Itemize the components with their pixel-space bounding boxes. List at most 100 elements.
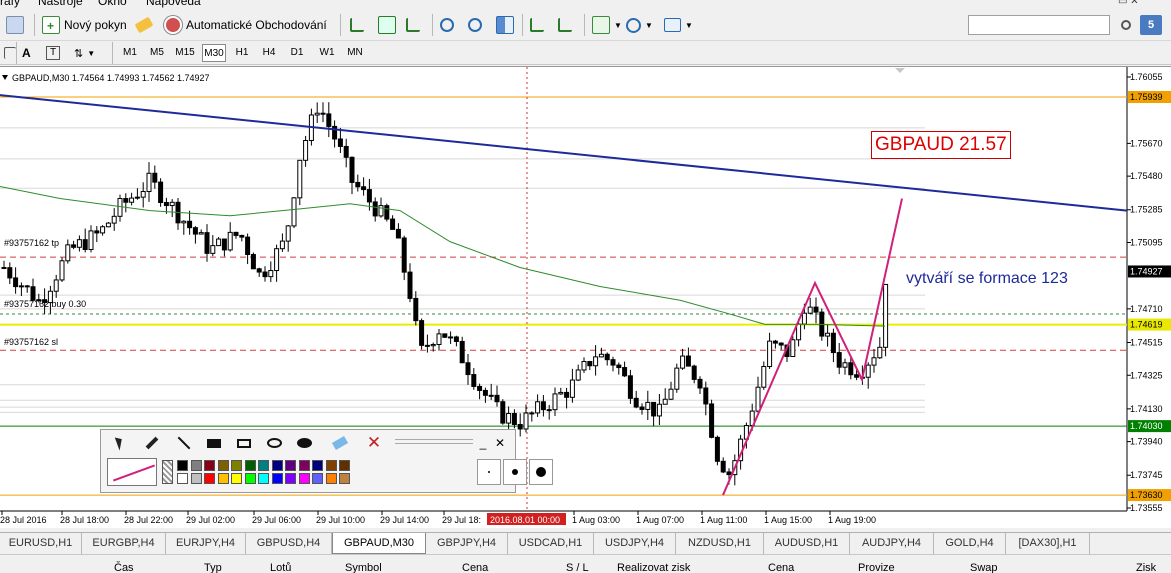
- palette-swatch[interactable]: [325, 460, 337, 471]
- tab-gbpjpy-h4[interactable]: GBPJPY,H4: [426, 533, 508, 554]
- terminal-col-0[interactable]: Čas: [114, 562, 134, 573]
- window-controls[interactable]: ▭ ✕: [1118, 0, 1139, 7]
- palette-swatch[interactable]: [231, 460, 242, 471]
- annotation-title[interactable]: GBPAUD 21.57: [871, 131, 1011, 159]
- select-pointer-button[interactable]: [109, 434, 131, 452]
- palette-swatch[interactable]: [244, 460, 256, 471]
- terminal-col-6[interactable]: Realizovat zisk: [617, 562, 690, 573]
- tab-audjpy-h4[interactable]: AUDJPY,H4: [850, 533, 934, 554]
- crosshair-button[interactable]: [4, 42, 16, 64]
- palette-swatch[interactable]: [258, 473, 269, 484]
- terminal-col-3[interactable]: Symbol: [345, 562, 382, 573]
- terminal-col-10[interactable]: Zisk: [1136, 562, 1156, 573]
- palette-swatch[interactable]: [271, 460, 283, 471]
- tab-nzdusd-h1[interactable]: NZDUSD,H1: [676, 533, 764, 554]
- timeframe-d1[interactable]: D1: [286, 44, 308, 62]
- timeframe-m30[interactable]: M30: [202, 44, 226, 62]
- zoom-window-button[interactable]: [6, 14, 24, 36]
- tab-gold-h4[interactable]: GOLD,H4: [934, 533, 1006, 554]
- terminal-col-1[interactable]: Typ: [204, 562, 222, 573]
- pen-size-3[interactable]: [529, 459, 553, 485]
- filled-ellipse-button[interactable]: [293, 434, 315, 452]
- filled-rect-button[interactable]: [203, 434, 225, 452]
- indicators-button[interactable]: ▼: [592, 14, 622, 36]
- search-button[interactable]: [1116, 15, 1136, 35]
- palette-swatch[interactable]: [177, 473, 188, 484]
- line-chart-button[interactable]: [406, 14, 420, 36]
- timeframe-m15[interactable]: M15: [172, 44, 198, 62]
- palette-swatch[interactable]: [190, 460, 202, 471]
- bar-chart-button[interactable]: [350, 14, 364, 36]
- palette-swatch[interactable]: [339, 460, 350, 471]
- palette-swatch[interactable]: [325, 473, 337, 484]
- search-input[interactable]: [968, 15, 1110, 35]
- metaeditor-button[interactable]: [134, 14, 154, 36]
- tab-gbpaud-m30[interactable]: GBPAUD,M30: [332, 533, 426, 554]
- annotation-note[interactable]: vytváří se formace 123: [906, 270, 1068, 288]
- toolbar-grip[interactable]: [395, 439, 473, 444]
- terminal-col-4[interactable]: Cena: [462, 562, 488, 573]
- menu-item-charts[interactable]: rafy: [0, 0, 20, 8]
- community-button[interactable]: 5: [1140, 15, 1162, 35]
- palette-swatch[interactable]: [298, 460, 310, 471]
- terminal-col-2[interactable]: Lotů: [270, 562, 291, 573]
- tab-eurusd-h1[interactable]: EURUSD,H1: [0, 533, 82, 554]
- palette-swatch[interactable]: [258, 460, 269, 471]
- eraser-button[interactable]: [329, 434, 351, 452]
- pen-size-2[interactable]: [503, 459, 527, 485]
- line-tool-button[interactable]: [173, 434, 195, 452]
- tab-eurjpy-h4[interactable]: EURJPY,H4: [166, 533, 246, 554]
- zoom-in-button[interactable]: [440, 14, 454, 36]
- terminal-col-8[interactable]: Provize: [858, 562, 895, 573]
- tab-usdjpy-h4[interactable]: USDJPY,H4: [594, 533, 676, 554]
- palette-swatch[interactable]: [217, 473, 229, 484]
- close-button[interactable]: ✕: [494, 434, 506, 452]
- palette-swatch[interactable]: [204, 460, 215, 471]
- clear-button[interactable]: ✕: [363, 433, 385, 452]
- templates-button[interactable]: ▼: [664, 14, 693, 36]
- timeframe-w1[interactable]: W1: [316, 44, 338, 62]
- palette-swatch[interactable]: [244, 473, 256, 484]
- ellipse-button[interactable]: [263, 434, 285, 452]
- timeframe-h4[interactable]: H4: [258, 44, 280, 62]
- auto-trading-button[interactable]: Automatické Obchodování: [164, 14, 327, 36]
- palette-swatch[interactable]: [271, 473, 283, 484]
- transparent-swatch[interactable]: [162, 460, 173, 484]
- tab-usdcad-h1[interactable]: USDCAD,H1: [508, 533, 594, 554]
- menu-item-window[interactable]: Okno: [98, 0, 127, 8]
- palette-swatch[interactable]: [177, 460, 188, 471]
- palette-swatch[interactable]: [312, 473, 323, 484]
- arrows-button[interactable]: ⇅ ▼: [74, 42, 95, 64]
- pencil-button[interactable]: [141, 434, 163, 452]
- chart-shift-button[interactable]: [558, 14, 572, 36]
- tile-windows-button[interactable]: [496, 14, 514, 36]
- timeframe-h1[interactable]: H1: [232, 44, 252, 62]
- timeframe-m5[interactable]: M5: [146, 44, 168, 62]
- text-label-button[interactable]: T: [46, 42, 60, 64]
- candlestick-button[interactable]: [378, 14, 396, 36]
- palette-swatch[interactable]: [190, 473, 202, 484]
- palette-swatch[interactable]: [204, 473, 215, 484]
- menu-item-help[interactable]: Nápověda: [146, 0, 201, 8]
- palette-swatch[interactable]: [285, 460, 296, 471]
- pen-size-1[interactable]: [477, 459, 501, 485]
- periods-button[interactable]: ▼: [626, 14, 653, 36]
- tab-eurgbp-h4[interactable]: EURGBP,H4: [82, 533, 166, 554]
- terminal-col-9[interactable]: Swap: [970, 562, 998, 573]
- palette-swatch[interactable]: [312, 460, 323, 471]
- palette-swatch[interactable]: [231, 473, 242, 484]
- timeframe-m1[interactable]: M1: [120, 44, 140, 62]
- palette-swatch[interactable]: [217, 460, 229, 471]
- palette-swatch[interactable]: [339, 473, 350, 484]
- zoom-out-button[interactable]: [468, 14, 482, 36]
- tab--dax30-h1[interactable]: [DAX30],H1: [1006, 533, 1090, 554]
- rect-button[interactable]: [233, 434, 255, 452]
- palette-swatch[interactable]: [298, 473, 310, 484]
- new-order-button[interactable]: + Nový pokyn: [42, 14, 127, 36]
- auto-scroll-button[interactable]: [530, 14, 544, 36]
- tab-gbpusd-h4[interactable]: GBPUSD,H4: [246, 533, 332, 554]
- palette-swatch[interactable]: [285, 473, 296, 484]
- tab-audusd-h1[interactable]: AUDUSD,H1: [764, 533, 850, 554]
- menu-item-tools[interactable]: Nástroje: [38, 0, 83, 8]
- minimize-button[interactable]: _: [477, 434, 489, 452]
